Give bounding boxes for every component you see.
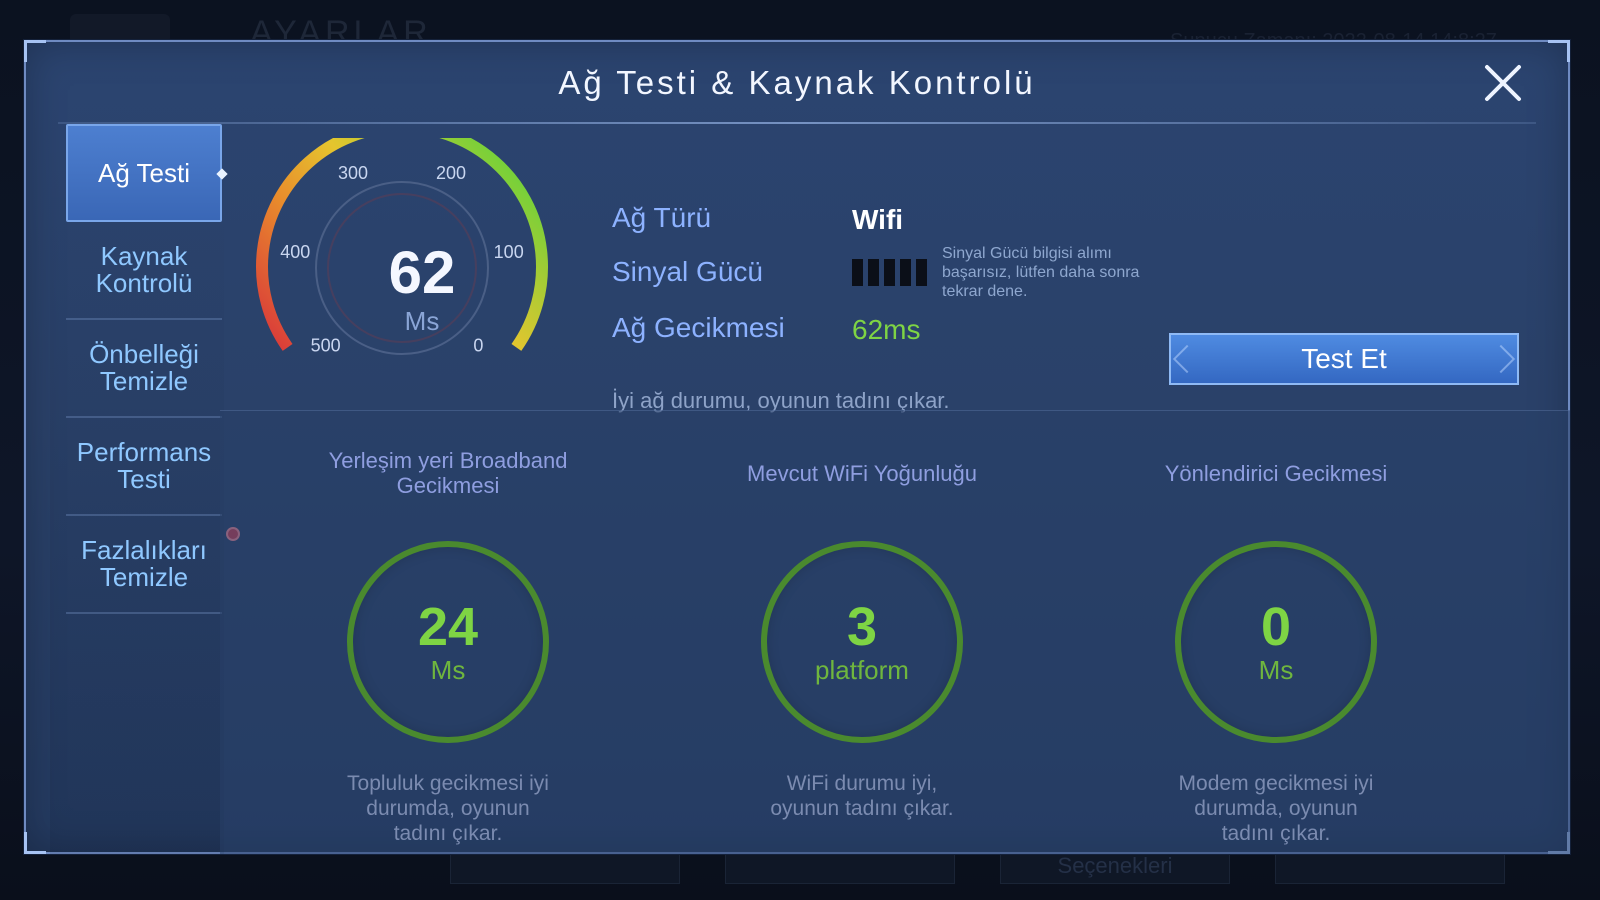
- tab-label: Performans Testi: [76, 437, 212, 494]
- dialog-corner: [24, 832, 46, 854]
- metric-broadband-latency: Yerleşim yeri Broadband Gecikmesi 24 Ms …: [298, 443, 598, 846]
- latency-label: Ağ Gecikmesi: [612, 312, 785, 343]
- metrics-panel: Yerleşim yeri Broadband Gecikmesi 24 Ms …: [220, 410, 1570, 854]
- dialog-title: Ağ Testi & Kaynak Kontrolü: [558, 64, 1036, 101]
- signal-strength-bars-icon: [852, 259, 927, 286]
- network-test-dialog: Ağ Testi & Kaynak Kontrolü Ağ Testi Kayn…: [24, 40, 1570, 854]
- gauge-tick-label: 100: [494, 242, 524, 262]
- signal-strength-label: Sinyal Gücü: [612, 256, 763, 287]
- close-icon: [1485, 65, 1521, 101]
- close-button[interactable]: [1480, 60, 1526, 106]
- tab-network-test[interactable]: Ağ Testi: [66, 124, 222, 222]
- metric-value: 24: [417, 597, 479, 657]
- metric-title: Yönlendirici Gecikmesi: [1164, 460, 1388, 486]
- tab-label: Kaynak Kontrolü: [95, 241, 193, 298]
- metric-ring: 24 Ms: [347, 541, 549, 743]
- latency-value: 62ms: [852, 314, 921, 345]
- sidebar: Ağ Testi Kaynak Kontrolü Önbelleği Temiz…: [66, 124, 222, 614]
- tab-label: Fazlalıkları Temizle: [81, 535, 207, 592]
- metric-description: WiFi durumu iyi, oyunun tadını çıkar.: [770, 772, 954, 820]
- metric-title: Mevcut WiFi Yoğunluğu: [747, 460, 977, 486]
- metric-router-latency: Yönlendirici Gecikmesi 0 Ms Modem gecikm…: [1126, 443, 1426, 846]
- dialog-corner: [24, 40, 46, 62]
- metric-unit: platform: [815, 655, 909, 685]
- gauge-unit: Ms: [404, 306, 440, 336]
- tab-performance-test[interactable]: Performans Testi: [66, 418, 222, 516]
- metric-ring: 3 platform: [761, 541, 963, 743]
- tab-clear-redundant[interactable]: Fazlalıkları Temizle: [66, 516, 222, 614]
- metric-wifi-density: Mevcut WiFi Yoğunluğu 3 platform WiFi du…: [712, 443, 1012, 821]
- tab-label: Ağ Testi: [97, 157, 190, 188]
- metric-description: Topluluk gecikmesi iyi durumda, oyunun t…: [347, 772, 549, 845]
- network-type-label: Ağ Türü: [612, 202, 712, 233]
- test-button[interactable]: Test Et: [1169, 333, 1519, 385]
- signal-strength-note: Sinyal Gücü bilgisi alımı başarısız, lüt…: [942, 245, 1140, 300]
- gauge-tick-label: 300: [338, 163, 368, 183]
- gauge-value: 62: [388, 239, 456, 306]
- network-type-value: Wifi: [852, 204, 904, 235]
- metric-description: Modem gecikmesi iyi durumda, oyunun tadı…: [1178, 772, 1374, 845]
- metric-unit: Ms: [1258, 655, 1294, 685]
- tab-clear-cache[interactable]: Önbelleği Temizle: [66, 320, 222, 418]
- tab-label: Önbelleği Temizle: [89, 339, 199, 396]
- gauge-tick-label: 400: [280, 242, 310, 262]
- metric-value: 0: [1260, 597, 1292, 657]
- metric-ring: 0 Ms: [1175, 541, 1377, 743]
- gauge-tick-label: 0: [473, 335, 483, 355]
- latency-gauge: 500 400 300 200 100 0 62 Ms: [252, 120, 552, 378]
- dialog-corner: [1548, 40, 1570, 62]
- tab-resource-check[interactable]: Kaynak Kontrolü: [66, 222, 222, 320]
- gauge-tick-label: 500: [311, 335, 341, 355]
- metric-value: 3: [846, 597, 878, 657]
- metric-unit: Ms: [430, 655, 466, 685]
- metric-title: Yerleşim yeri Broadband Gecikmesi: [328, 448, 568, 498]
- gauge-tick-label: 200: [436, 163, 466, 183]
